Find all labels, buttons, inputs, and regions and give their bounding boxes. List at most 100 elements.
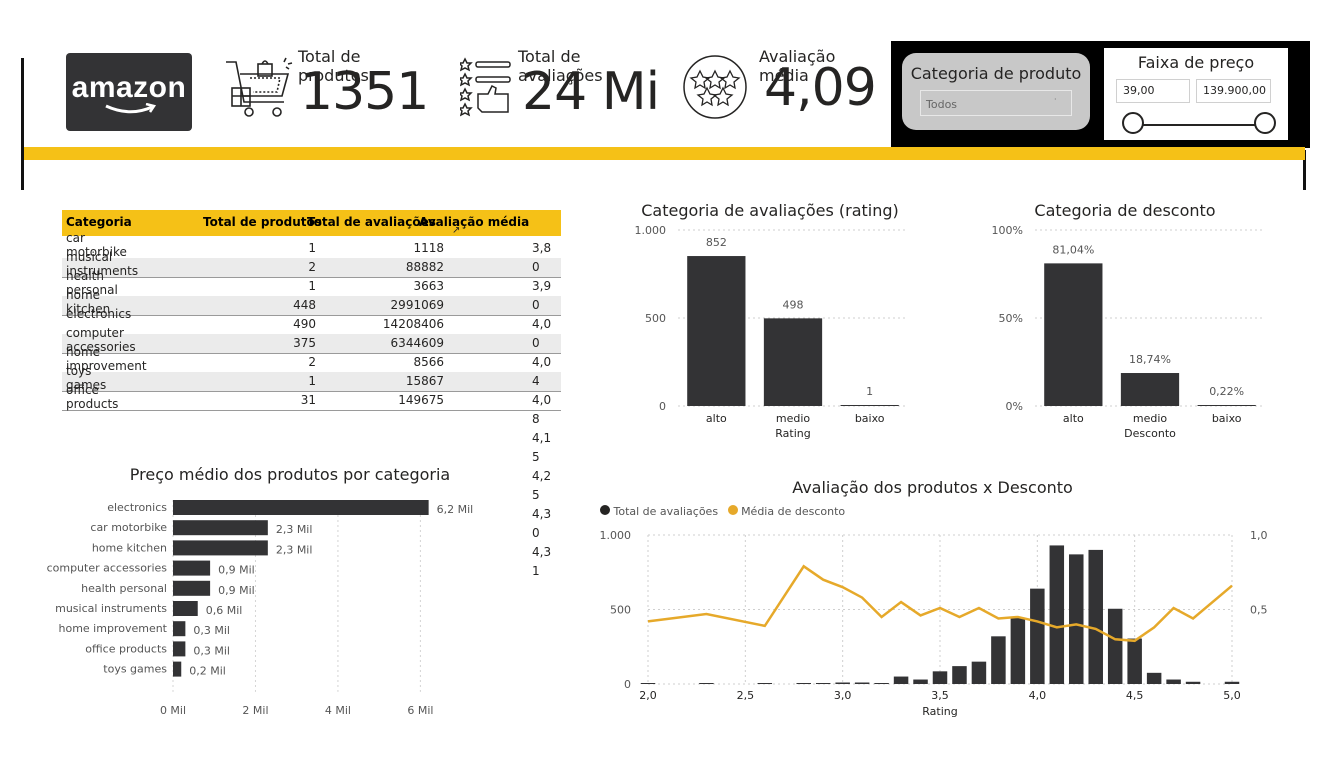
table-header: Categoria Total de produtos Total de ava… — [62, 210, 561, 236]
x-tick-label: 2,0 — [639, 689, 657, 702]
bar[interactable] — [1030, 588, 1045, 684]
bar[interactable] — [173, 540, 268, 556]
bar[interactable] — [1069, 554, 1084, 684]
bar[interactable] — [840, 405, 899, 406]
bar[interactable] — [913, 679, 928, 684]
bar-data-label: 18,74% — [1129, 353, 1171, 366]
bar[interactable] — [687, 256, 746, 406]
x-tick-label: baixo — [855, 412, 885, 425]
table-cell-rating: 0 — [532, 336, 540, 350]
table-cell-reviews: 3663 — [413, 279, 444, 293]
kpi-value: 4,09 — [764, 58, 877, 118]
bar[interactable] — [173, 641, 186, 657]
bar[interactable] — [854, 682, 870, 684]
bar[interactable] — [173, 520, 268, 536]
price-max-input[interactable]: 139.900,00 — [1196, 79, 1271, 103]
bar-data-label: 0,2 Mil — [189, 665, 226, 678]
sort-arrow-icon[interactable]: ↗ — [452, 225, 460, 236]
combo-legend: Total de avaliações Média de desconto — [600, 505, 845, 518]
bar[interactable] — [874, 683, 889, 684]
bar[interactable] — [1107, 608, 1123, 684]
table-cell-products: 375 — [293, 336, 316, 350]
x-tick-label: 2 Mil — [242, 704, 268, 715]
bar[interactable] — [1166, 679, 1181, 684]
bar[interactable] — [1197, 405, 1256, 406]
price-slider-track[interactable] — [1134, 124, 1264, 126]
bar-data-label: 81,04% — [1052, 243, 1094, 256]
header-accent-bar — [24, 147, 1305, 160]
bar[interactable] — [173, 560, 211, 576]
y-tick-label: 500 — [610, 604, 631, 617]
header-total-avaliacoes[interactable]: Total de avaliações — [307, 215, 436, 229]
bar[interactable] — [173, 500, 429, 515]
table-cell-reviews: 2991069 — [390, 298, 444, 312]
bar[interactable] — [932, 671, 948, 684]
bar-data-label: 0,3 Mil — [193, 624, 230, 637]
y-tick-label: office products — [85, 642, 167, 655]
bar[interactable] — [173, 601, 198, 616]
x-tick-label: 4,5 — [1126, 689, 1144, 702]
table-cell-rating: 3,9 — [532, 279, 552, 293]
x-tick-label: baixo — [1212, 412, 1242, 425]
row-divider — [62, 315, 561, 316]
bar[interactable] — [1120, 373, 1180, 406]
row-divider — [62, 391, 561, 392]
table-cell-category[interactable]: electronics — [66, 307, 131, 321]
discount-line[interactable] — [647, 564, 1233, 643]
table-cell-rating: 8 — [532, 412, 540, 426]
y-tick-label: 0 — [624, 678, 631, 691]
header-total-produtos[interactable]: Total de produtos — [203, 215, 322, 229]
y-tick-label: health personal — [81, 582, 167, 595]
y-tick-label: 0 — [659, 400, 666, 413]
category-slicer[interactable]: Categoria de produto Todos · — [902, 53, 1090, 130]
table-cell-rating: 4,0 — [532, 355, 552, 369]
bar-data-label: 0,9 Mil — [218, 564, 255, 577]
shopping-cart-icon — [226, 57, 293, 117]
bar[interactable] — [815, 683, 831, 684]
table-cell-rating: 3,8 — [532, 241, 552, 255]
table-cell-products: 1 — [308, 374, 316, 388]
x-tick-label: 3,0 — [834, 689, 852, 702]
bar[interactable] — [971, 661, 987, 684]
bar[interactable] — [757, 683, 773, 684]
bar[interactable] — [173, 621, 186, 637]
x-tick-label: alto — [706, 412, 727, 425]
price-slider-max-handle[interactable] — [1254, 112, 1276, 134]
bar[interactable] — [1010, 617, 1026, 684]
table-cell-reviews: 88882 — [405, 260, 444, 274]
bar[interactable] — [991, 636, 1006, 684]
bar[interactable] — [173, 580, 211, 596]
table-cell-rating: 5 — [532, 450, 540, 464]
category-dropdown[interactable]: Todos · — [920, 90, 1072, 116]
chart-title-preco: Preço médio dos produtos por categoria — [129, 465, 451, 484]
table-cell-products: 2 — [308, 355, 316, 369]
bar[interactable] — [173, 661, 182, 677]
bar[interactable] — [1127, 638, 1142, 684]
price-slider-min-handle[interactable] — [1122, 112, 1144, 134]
bar[interactable] — [796, 683, 811, 684]
table-cell-category[interactable]: office products — [66, 383, 118, 411]
bar[interactable] — [1044, 263, 1103, 406]
bar[interactable] — [835, 682, 850, 684]
table-cell-rating: 4,0 — [532, 317, 552, 331]
bar[interactable] — [1088, 549, 1103, 684]
x-tick-label: 4,0 — [1029, 689, 1047, 702]
bar[interactable] — [1224, 681, 1240, 684]
header-avaliacao-media[interactable]: Avaliação média — [419, 215, 529, 229]
bar[interactable] — [699, 683, 714, 684]
bar[interactable] — [1146, 672, 1162, 684]
bar-data-label: 1 — [866, 385, 873, 398]
bar-data-label: 498 — [783, 298, 804, 311]
bar-data-label: 2,3 Mil — [276, 523, 313, 536]
bar[interactable] — [763, 318, 823, 406]
bar[interactable] — [640, 683, 656, 684]
bar-data-label: 6,2 Mil — [437, 503, 474, 516]
bar[interactable] — [1185, 681, 1201, 684]
table-cell-products: 1 — [308, 279, 316, 293]
bar[interactable] — [1049, 545, 1065, 684]
header-categoria[interactable]: Categoria — [66, 215, 132, 229]
price-min-input[interactable]: 39,00 — [1116, 79, 1190, 103]
bar[interactable] — [893, 676, 909, 684]
table-cell-products: 1 — [308, 241, 316, 255]
bar[interactable] — [952, 666, 967, 684]
